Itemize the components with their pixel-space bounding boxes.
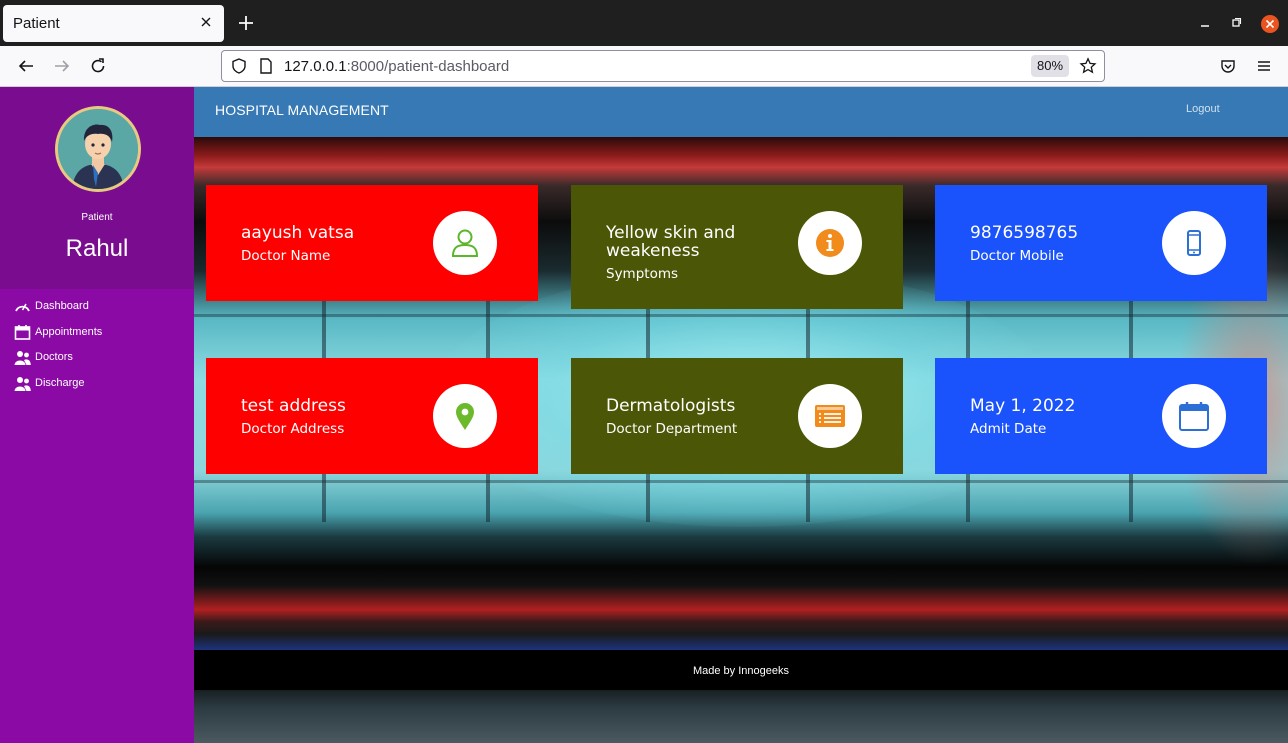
patient-avatar-icon [58, 109, 138, 189]
symptoms-card: Yellow skin and weakeness Symptoms [571, 185, 903, 309]
reload-icon[interactable] [89, 57, 107, 75]
card-value: Yellow skin and weakeness [606, 223, 736, 261]
user-name: Rahul [65, 235, 129, 262]
card-label: Symptoms [606, 266, 679, 282]
brand-title[interactable]: HOSPITAL MANAGEMENT [215, 102, 389, 118]
pocket-icon[interactable] [1219, 57, 1237, 75]
close-tab-icon[interactable] [198, 14, 214, 30]
user-icon [451, 229, 479, 257]
sidebar-item-discharge[interactable]: Discharge [14, 373, 85, 393]
minimize-icon[interactable] [1197, 15, 1213, 31]
doctor-mobile-card: 9876598765 Doctor Mobile [935, 185, 1267, 301]
calendar-icon [1179, 402, 1209, 431]
page-icon[interactable] [258, 57, 274, 75]
menu-icon[interactable] [1255, 57, 1273, 75]
bookmark-star-icon[interactable] [1079, 57, 1097, 75]
users-icon [14, 377, 31, 391]
sidebar-item-dashboard[interactable]: Dashboard [14, 296, 89, 316]
card-icon-circle [798, 211, 862, 275]
card-icon-circle [798, 384, 862, 448]
sidebar: Patient Rahul Dashboard Appointments Doc… [0, 87, 194, 743]
window-close-button[interactable] [1261, 15, 1279, 33]
card-icon-circle [1162, 384, 1226, 448]
card-icon-circle [433, 384, 497, 448]
sidebar-item-label: Appointments [35, 326, 103, 338]
card-value: aayush vatsa [241, 223, 355, 243]
zoom-level-badge[interactable]: 80% [1031, 55, 1069, 77]
admit-date-card: May 1, 2022 Admit Date [935, 358, 1267, 474]
card-value: May 1, 2022 [970, 396, 1076, 416]
users-icon [14, 351, 31, 365]
back-icon[interactable] [17, 57, 35, 75]
sidebar-item-label: Doctors [35, 351, 73, 363]
top-header: HOSPITAL MANAGEMENT Logout [194, 87, 1288, 137]
sidebar-item-doctors[interactable]: Doctors [14, 347, 73, 367]
mobile-icon [1187, 230, 1201, 256]
footer-text: Made by Innogeeks [692, 665, 789, 677]
sidebar-profile: Patient Rahul [0, 87, 194, 289]
url-text[interactable]: 127.0.0.1:8000/patient-dashboard [284, 58, 509, 75]
avatar [55, 106, 141, 192]
tab-title: Patient [13, 15, 60, 32]
patient-dashboard-page: Patient Rahul Dashboard Appointments Doc… [0, 87, 1288, 743]
url-host: 127.0.0.1 [284, 58, 347, 75]
close-icon [1265, 19, 1275, 29]
background-panel-line [194, 480, 1288, 483]
list-icon [815, 405, 845, 427]
doctor-name-card: aayush vatsa Doctor Name [206, 185, 538, 301]
browser-navigation-bar: 127.0.0.1:8000/patient-dashboard 80% [0, 46, 1288, 87]
card-value: 9876598765 [970, 223, 1079, 243]
sidebar-item-appointments[interactable]: Appointments [14, 322, 102, 342]
info-icon [816, 229, 844, 257]
background-panel-line [194, 314, 1288, 317]
card-icon-circle [1162, 211, 1226, 275]
main-content: HOSPITAL MANAGEMENT Logout aayush vatsa … [194, 87, 1288, 743]
shield-icon[interactable] [230, 57, 248, 75]
browser-tab-bar: Patient [0, 0, 1288, 46]
sidebar-item-label: Dashboard [35, 300, 89, 312]
user-role: Patient [81, 212, 113, 223]
map-pin-icon [456, 403, 474, 430]
footer: Made by Innogeeks [194, 650, 1288, 690]
doctor-department-card: Dermatologists Doctor Department [571, 358, 903, 474]
card-value: Dermatologists [606, 396, 736, 416]
url-bar[interactable]: 127.0.0.1:8000/patient-dashboard 80% [221, 50, 1105, 82]
card-icon-circle [433, 211, 497, 275]
gauge-icon [15, 303, 30, 312]
logout-link[interactable]: Logout [1186, 103, 1220, 115]
browser-tab[interactable]: Patient [3, 5, 224, 42]
url-path: :8000/patient-dashboard [346, 58, 510, 75]
calendar-icon [14, 325, 31, 340]
forward-icon[interactable] [53, 57, 71, 75]
restore-icon[interactable] [1228, 15, 1244, 31]
card-value: test address [241, 396, 346, 416]
doctor-address-card: test address Doctor Address [206, 358, 538, 474]
sidebar-item-label: Discharge [35, 377, 85, 389]
new-tab-icon[interactable] [237, 14, 255, 32]
